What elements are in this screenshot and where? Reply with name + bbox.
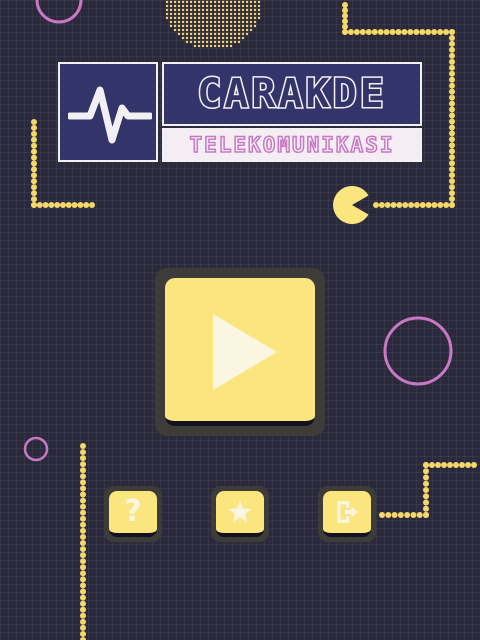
dotted-half-circle (165, 0, 261, 48)
help-button[interactable]: ? (109, 491, 157, 537)
pink-ring-right (383, 316, 453, 386)
logo-icon-box (58, 62, 158, 162)
game-title-box: CARAKDE (162, 62, 422, 126)
pink-ring-top (35, 0, 83, 24)
pacman-icon (333, 186, 369, 225)
heartbeat-pulse-icon (68, 86, 152, 144)
play-icon (213, 314, 277, 390)
exit-button[interactable] (323, 491, 371, 537)
question-icon: ? (124, 494, 142, 529)
pink-ring-small (23, 436, 49, 462)
rate-button[interactable] (216, 491, 264, 537)
exit-icon (337, 501, 358, 523)
game-subtitle-box: TELEKOMUNIKASI (162, 128, 422, 162)
play-button[interactable] (165, 278, 315, 426)
star-icon (228, 500, 252, 523)
game-title: CARAKDE (196, 70, 387, 119)
game-subtitle: TELEKOMUNIKASI (189, 132, 395, 158)
